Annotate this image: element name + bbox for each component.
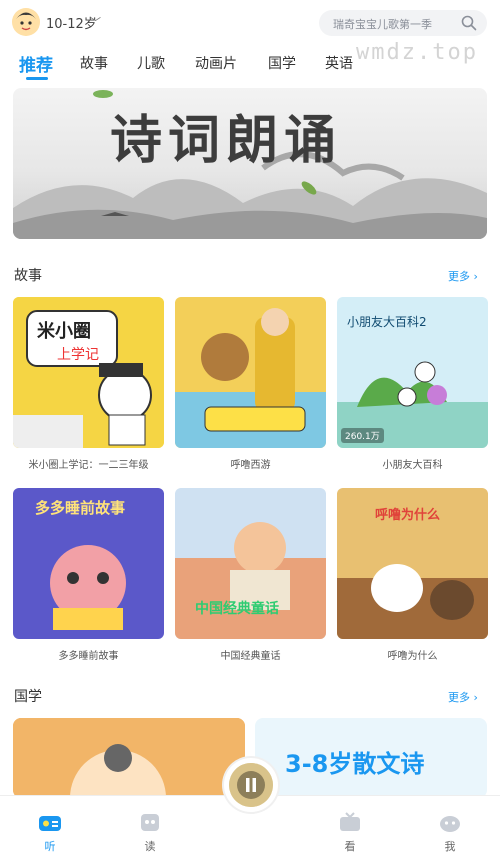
story-card[interactable]: 米小圈 上学记: [13, 297, 164, 448]
tab-indicator: [26, 77, 48, 80]
tab-english[interactable]: 英语: [325, 53, 353, 73]
pause-icon: [229, 763, 273, 807]
guoxue-card[interactable]: [13, 718, 245, 798]
tab-songs[interactable]: 儿歌: [137, 53, 165, 73]
cover-title: 呼噜为什么: [375, 508, 441, 523]
profile-icon: [440, 816, 460, 832]
section-title-guoxue: 国学: [14, 689, 42, 705]
story-card[interactable]: [175, 297, 326, 448]
section-title-stories: 故事: [14, 268, 42, 284]
svg-text:上学记: 上学记: [57, 347, 99, 363]
nav-listen[interactable]: 听: [30, 812, 70, 854]
story-caption[interactable]: 中国经典童话: [175, 647, 326, 662]
tab-recommend[interactable]: 推荐: [19, 51, 53, 76]
cover-image: [13, 718, 245, 798]
tv-icon: [340, 812, 360, 831]
search-input[interactable]: 瑞奇宝宝儿歌第一季: [333, 16, 432, 32]
story-card[interactable]: 小朋友大百科2 260.1万: [337, 297, 488, 448]
nav-read[interactable]: 读: [130, 812, 170, 854]
story-caption[interactable]: 呼噜西游: [175, 456, 326, 471]
nav-label: 我: [444, 840, 456, 853]
cover-title: 小朋友大百科2: [347, 315, 427, 329]
radio-icon: [39, 816, 61, 831]
nav-label: 听: [44, 840, 56, 853]
cover-title: 多多睡前故事: [35, 499, 126, 517]
now-playing-cover[interactable]: [229, 763, 273, 807]
more-link-stories[interactable]: 更多 ›: [448, 268, 478, 284]
carousel-dots: [240, 228, 266, 247]
banner-title: 诗词朗诵: [110, 110, 343, 171]
cover-image: 米小圈 上学记: [13, 297, 164, 448]
guoxue-card[interactable]: 3-8岁散文诗: [255, 718, 487, 798]
nav-me[interactable]: 我: [430, 812, 470, 854]
story-card[interactable]: 呼噜为什么: [337, 488, 488, 639]
cover-title: 中国经典童话: [195, 601, 279, 617]
cover-title: 3-8岁散文诗: [285, 750, 425, 778]
chevron-down-icon[interactable]: ﹀: [90, 14, 101, 30]
book-icon: [141, 814, 159, 831]
story-caption[interactable]: 多多睡前故事: [13, 647, 164, 662]
nav-label: 读: [144, 840, 156, 853]
story-caption[interactable]: 小朋友大百科: [337, 456, 488, 471]
child-face-icon: [12, 8, 40, 36]
story-card[interactable]: 多多睡前故事: [13, 488, 164, 639]
tab-stories[interactable]: 故事: [80, 53, 108, 73]
more-link-guoxue[interactable]: 更多 ›: [448, 689, 478, 705]
nav-watch[interactable]: 看: [330, 812, 370, 854]
svg-text:米小圈: 米小圈: [37, 320, 91, 342]
story-card[interactable]: 中国经典童话: [175, 488, 326, 639]
avatar[interactable]: [12, 8, 40, 36]
nav-label: 看: [344, 840, 356, 853]
cover-image: [175, 297, 326, 448]
story-caption[interactable]: 呼噜为什么: [337, 647, 488, 662]
play-count-badge: 260.1万: [341, 428, 384, 443]
tab-cartoons[interactable]: 动画片: [195, 53, 237, 73]
watermark: wmdz.top: [356, 40, 478, 65]
story-caption[interactable]: 米小圈上学记：一二三年级: [13, 456, 164, 471]
search-icon[interactable]: [460, 14, 478, 32]
tab-guoxue[interactable]: 国学: [268, 53, 296, 73]
